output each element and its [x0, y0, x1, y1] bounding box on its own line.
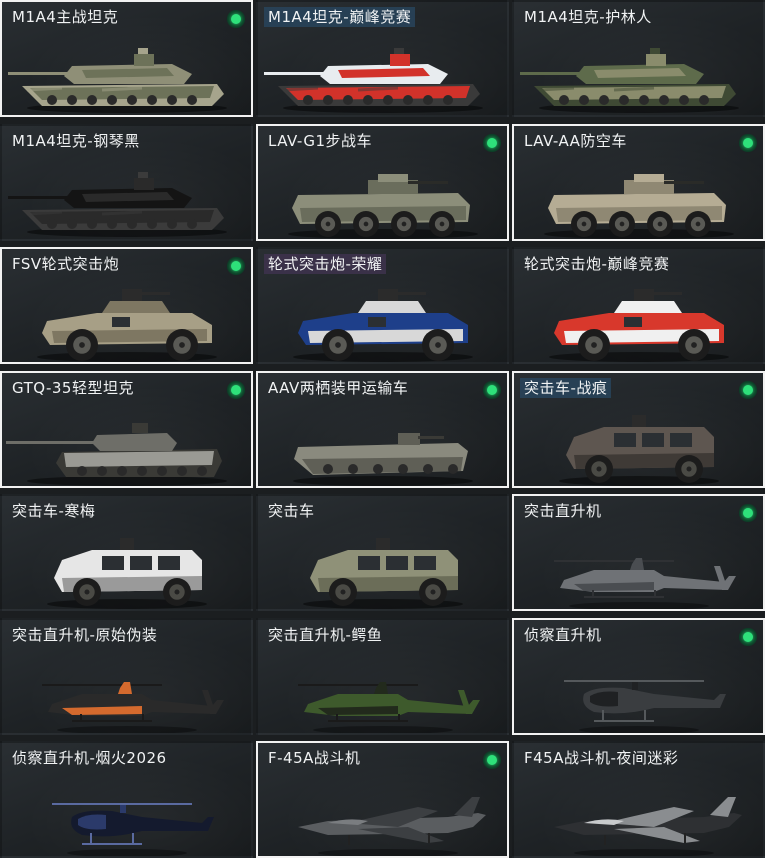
vehicle-image [258, 26, 507, 115]
vehicle-card[interactable]: LAV-G1步战车 [256, 123, 509, 241]
vehicle-name: 突击车-寒梅 [12, 502, 96, 520]
vehicle-silhouette [6, 422, 227, 486]
vehicle-image [258, 767, 507, 856]
vehicle-silhouette [554, 558, 736, 609]
vehicle-name: F-45A战斗机 [268, 749, 361, 767]
vehicle-image [2, 520, 251, 609]
vehicle-image [258, 150, 507, 239]
vehicle-image [514, 767, 763, 856]
vehicle-card[interactable]: M1A4坦克-钢琴黑 [0, 123, 253, 241]
vehicle-name: 突击车-战痕 [520, 377, 612, 398]
vehicle-image [514, 397, 763, 486]
vehicle-name: 轮式突击炮-荣耀 [264, 254, 387, 274]
vehicle-silhouette [8, 48, 227, 113]
vehicle-card[interactable]: F-45A战斗机 [256, 741, 509, 858]
vehicle-silhouette [52, 803, 214, 856]
vehicle-silhouette [544, 173, 734, 239]
vehicle-name: GTQ-35轻型坦克 [12, 378, 134, 397]
vehicle-silhouette [559, 414, 719, 486]
vehicle-card[interactable]: 突击直升机-原始伪装 [0, 617, 253, 735]
vehicle-image [2, 26, 251, 115]
vehicle-card[interactable]: GTQ-35轻型坦克 [0, 370, 253, 488]
owned-indicator-icon [227, 10, 245, 28]
owned-indicator-icon [227, 380, 245, 399]
vehicle-image [514, 150, 763, 239]
vehicle-card[interactable]: LAV-AA防空车 [512, 123, 765, 241]
vehicle-silhouette [47, 538, 207, 609]
vehicle-silhouette [42, 681, 224, 733]
vehicle-image [258, 397, 507, 486]
vehicle-name: AAV两栖装甲运输车 [268, 378, 409, 397]
vehicle-name: F45A战斗机-夜间迷彩 [524, 749, 679, 767]
vehicle-silhouette [303, 538, 463, 609]
owned-indicator-icon [227, 257, 245, 275]
vehicle-image [2, 397, 251, 486]
vehicle-card[interactable]: 突击直升机 [512, 494, 765, 611]
vehicle-name: LAV-AA防空车 [524, 131, 627, 150]
vehicle-card[interactable]: 侦察直升机-烟火2026 [0, 741, 253, 858]
owned-indicator-icon [739, 627, 757, 646]
owned-indicator-icon [483, 133, 501, 152]
vehicle-silhouette [298, 797, 486, 856]
owned-indicator-icon [739, 133, 757, 152]
vehicle-card[interactable]: M1A4主战坦克 [0, 0, 253, 117]
vehicle-card[interactable]: FSV轮式突击炮 [0, 247, 253, 364]
vehicle-card[interactable]: M1A4坦克-巅峰竞赛 [256, 0, 509, 117]
vehicle-silhouette [564, 679, 726, 733]
owned-indicator-icon [483, 380, 501, 399]
vehicle-image [2, 273, 251, 362]
vehicle-card[interactable]: 轮式突击炮-荣耀 [256, 247, 509, 364]
vehicle-image [514, 644, 763, 733]
vehicle-card[interactable]: M1A4坦克-护林人 [512, 0, 765, 117]
vehicle-card[interactable]: 轮式突击炮-巅峰竞赛 [512, 247, 765, 364]
vehicle-name: M1A4坦克-护林人 [524, 8, 652, 26]
owned-indicator-icon [739, 380, 757, 399]
vehicle-image [2, 150, 251, 239]
vehicle-silhouette [549, 289, 729, 362]
vehicle-name: M1A4主战坦克 [12, 8, 119, 26]
vehicle-image [514, 273, 763, 362]
vehicle-name: 突击车 [268, 502, 315, 520]
vehicle-silhouette [293, 432, 473, 486]
vehicle-card[interactable]: AAV两栖装甲运输车 [256, 370, 509, 488]
vehicle-silhouette [37, 289, 217, 362]
vehicle-silhouette [520, 48, 739, 113]
vehicle-image [2, 767, 251, 856]
vehicle-card[interactable]: 突击车 [256, 494, 509, 611]
vehicle-name: 突击直升机-鳄鱼 [268, 625, 383, 644]
vehicle-image [258, 273, 507, 362]
vehicle-card[interactable]: 突击车-寒梅 [0, 494, 253, 611]
vehicle-name: 轮式突击炮-巅峰竞赛 [524, 255, 670, 273]
vehicle-silhouette [264, 48, 483, 113]
vehicle-name: 突击直升机 [524, 502, 602, 520]
vehicle-image [2, 644, 251, 733]
vehicle-name: LAV-G1步战车 [268, 131, 373, 150]
vehicle-image [258, 644, 507, 733]
vehicle-silhouette [288, 173, 478, 239]
vehicle-name: FSV轮式突击炮 [12, 255, 120, 273]
vehicle-card[interactable]: 突击车-战痕 [512, 370, 765, 488]
vehicle-name: 侦察直升机-烟火2026 [12, 749, 167, 767]
vehicle-name: 突击直升机-原始伪装 [12, 625, 158, 644]
owned-indicator-icon [739, 504, 757, 522]
vehicle-card[interactable]: 侦察直升机 [512, 617, 765, 735]
vehicle-name: M1A4坦克-巅峰竞赛 [264, 7, 416, 27]
vehicle-grid: M1A4主战坦克 M1A4坦克-巅峰竞赛 M1A4坦克-护林人 M1A4坦克-钢… [0, 0, 765, 858]
vehicle-silhouette [298, 681, 480, 733]
vehicle-image [514, 520, 763, 609]
vehicle-image [258, 520, 507, 609]
vehicle-name: M1A4坦克-钢琴黑 [12, 131, 140, 150]
vehicle-silhouette [293, 289, 473, 362]
vehicle-card[interactable]: F45A战斗机-夜间迷彩 [512, 741, 765, 858]
vehicle-card[interactable]: 突击直升机-鳄鱼 [256, 617, 509, 735]
vehicle-silhouette [8, 171, 227, 237]
owned-indicator-icon [483, 751, 501, 769]
vehicle-image [514, 26, 763, 115]
vehicle-name: 侦察直升机 [524, 625, 602, 644]
vehicle-silhouette [554, 797, 742, 856]
